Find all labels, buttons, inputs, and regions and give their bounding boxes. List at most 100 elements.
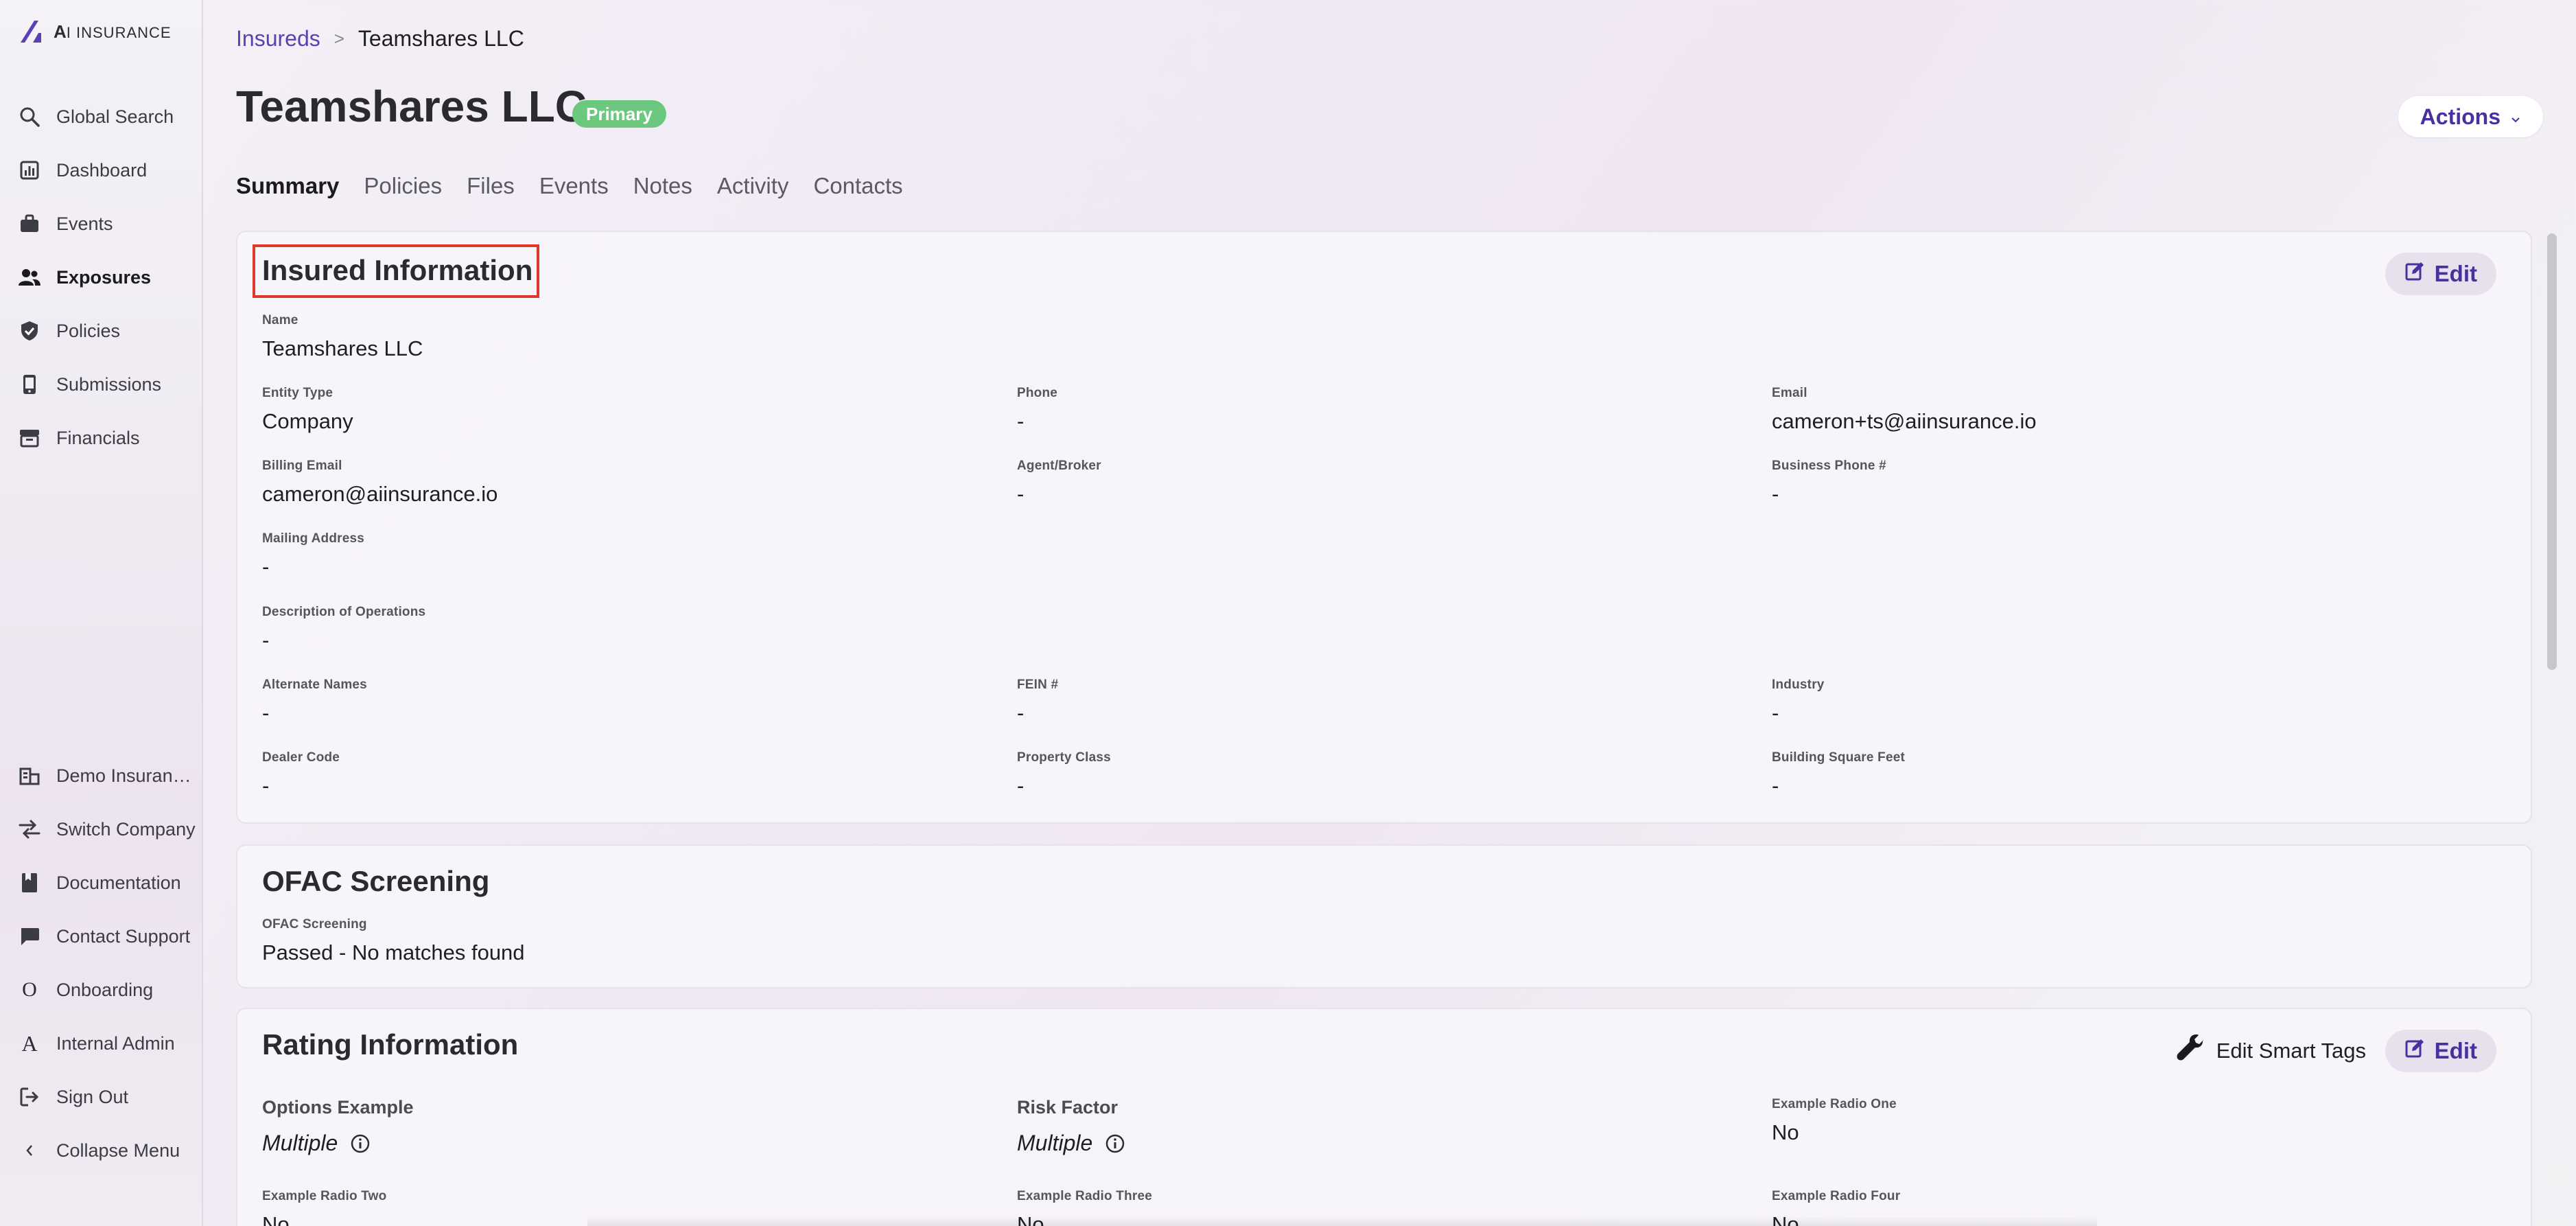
sidebar-item-label: Events [56,213,113,234]
edit-icon [2404,261,2425,287]
sidebar-item-global-search[interactable]: Global Search [18,100,199,134]
sidebar-item-label: Contact Support [56,925,191,947]
swap-arrows-icon [18,818,41,841]
sidebar-item-dashboard[interactable]: Dashboard [18,153,199,187]
sidebar-item-documentation[interactable]: Documentation [18,866,199,900]
field-value: Company [262,409,353,433]
field-value: - [262,774,270,798]
sidebar-item-label: Onboarding [56,979,154,1000]
sidebar-item-exposures[interactable]: Exposures [18,260,199,294]
field-email: Email cameron+ts@aiinsurance.io [1772,386,2037,434]
field-label: Industry [1772,678,1825,692]
sign-out-icon [18,1085,41,1109]
sidebar-item-label: Policies [56,320,121,341]
page-title: Teamshares LLC [236,82,587,131]
field-value: Passed - No matches found [262,940,525,964]
sidebar-item-label: Sign Out [56,1086,129,1107]
field-value: - [1017,482,1024,506]
sidebar-item-events[interactable]: Events [18,207,199,241]
chevron-left-icon [18,1139,41,1162]
tab-events[interactable]: Events [539,173,609,199]
sidebar-item-label: Exposures [56,266,152,288]
info-icon[interactable] [350,1133,371,1154]
actions-button[interactable]: Actions [2398,96,2543,137]
rating-information-card: Rating Information Edit Smart Tags Edit … [236,1008,2532,1226]
sidebar-item-submissions[interactable]: Submissions [18,367,199,402]
field-label: Business Phone # [1772,459,1886,473]
field-label: OFAC Screening [262,917,367,932]
edit-insured-button[interactable]: Edit [2385,253,2496,295]
breadcrumb-current: Teamshares LLC [358,26,524,51]
archive-box-icon [18,426,41,450]
scrollbar-thumb[interactable] [2547,233,2557,670]
tab-policies[interactable]: Policies [364,173,442,199]
field-value: - [1017,774,1024,798]
sidebar-item-financials[interactable]: Financials [18,421,199,455]
field-label: Alternate Names [262,678,367,692]
tab-notes[interactable]: Notes [633,173,692,199]
field-value: Teamshares LLC [262,336,423,360]
field-name: Name Teamshares LLC [262,313,423,361]
field-label: Property Class [1017,750,1111,765]
book-icon [18,871,41,894]
tab-bar: Summary Policies Files Events Notes Acti… [236,173,903,199]
field-value: cameron+ts@aiinsurance.io [1772,409,2037,433]
field-risk-factor: Risk Factor Multiple [1017,1097,1125,1156]
field-ofac-screening: OFAC Screening Passed - No matches found [262,917,525,965]
field-phone: Phone - [1017,386,1057,434]
field-value: Multiple [262,1131,338,1155]
field-dealer-code: Dealer Code - [262,750,340,798]
sidebar-item-switch-company[interactable]: Switch Company [18,812,199,846]
sidebar-item-onboarding[interactable]: O Onboarding [18,973,199,1007]
sidebar-item-company[interactable]: Demo Insurance Co [18,759,199,793]
field-value: - [262,701,270,725]
field-label: Options Example [262,1097,414,1118]
info-icon[interactable] [1105,1133,1125,1154]
tab-contacts[interactable]: Contacts [813,173,902,199]
chat-bubble-icon [18,925,41,948]
sidebar-item-internal-admin[interactable]: A Internal Admin [18,1026,199,1061]
field-industry: Industry - [1772,678,1825,726]
field-value: - [1017,409,1024,433]
field-fein: FEIN # - [1017,678,1058,726]
tab-files[interactable]: Files [467,173,515,199]
field-description-of-operations: Description of Operations - [262,605,425,653]
insured-information-card: Insured Information Edit Name Teamshares… [236,231,2532,824]
actions-label: Actions [2420,104,2501,129]
sidebar: AI INSURANCE Global Search Dashboard Eve… [0,0,203,1226]
briefcase-icon [18,212,41,235]
onboarding-o-icon: O [22,978,37,1001]
bar-chart-icon [18,159,41,182]
field-business-phone: Business Phone # - [1772,459,1886,507]
sidebar-item-sign-out[interactable]: Sign Out [18,1080,199,1114]
sidebar-item-label: Documentation [56,872,181,893]
bottom-shade [587,1216,2097,1226]
breadcrumb-separator: > [333,28,344,49]
field-value: - [1017,701,1024,725]
sidebar-item-contact-support[interactable]: Contact Support [18,919,199,953]
edit-smart-tags-button[interactable]: Edit Smart Tags [2175,1030,2366,1072]
tab-activity[interactable]: Activity [717,173,789,199]
field-value: - [1772,701,1779,725]
sidebar-item-policies[interactable]: Policies [18,314,199,348]
field-building-square-feet: Building Square Feet - [1772,750,1905,798]
status-badge: Primary [572,100,666,128]
shield-check-icon [18,319,41,343]
field-alternate-names: Alternate Names - [262,678,367,726]
field-label: Example Radio One [1772,1097,1897,1111]
section-title-rating-information: Rating Information [262,1028,519,1061]
tab-summary[interactable]: Summary [236,173,339,199]
edit-icon [2404,1038,2425,1064]
admin-a-icon: A [21,1030,38,1056]
field-label: FEIN # [1017,678,1059,692]
breadcrumb-link-insureds[interactable]: Insureds [236,26,320,51]
field-label: Phone [1017,386,1058,400]
sidebar-item-collapse-menu[interactable]: Collapse Menu [18,1133,199,1168]
sidebar-item-label: Financials [56,427,140,448]
field-value: No [262,1212,290,1226]
field-label: Example Radio Three [1017,1189,1153,1203]
field-label: Building Square Feet [1772,750,1906,765]
edit-rating-button[interactable]: Edit [2385,1030,2496,1072]
app-logo[interactable]: AI INSURANCE [18,19,172,44]
edit-smart-tags-label: Edit Smart Tags [2216,1039,2366,1063]
